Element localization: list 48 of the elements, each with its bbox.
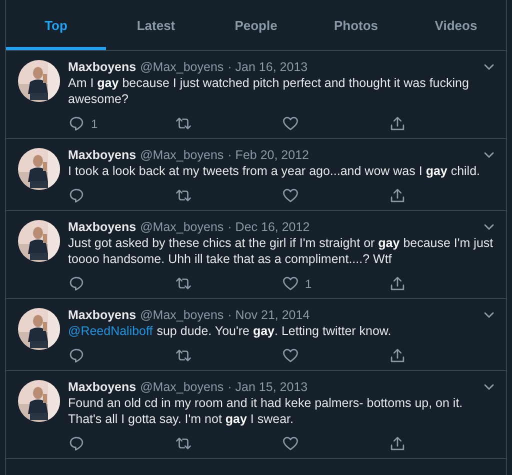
retweet-icon[interactable] (175, 347, 192, 364)
tab[interactable]: Top (6, 3, 106, 50)
share-icon[interactable] (389, 435, 406, 452)
heart-icon[interactable] (282, 347, 299, 364)
share-icon[interactable] (389, 187, 406, 204)
handle[interactable]: @Max_boyens (140, 308, 224, 322)
tweet-date[interactable]: · Nov 21, 2014 (228, 308, 310, 322)
retweet-icon[interactable] (175, 435, 192, 452)
tweet-date[interactable]: · Jan 16, 2013 (228, 60, 308, 74)
retweet-icon[interactable] (175, 115, 192, 132)
speech-bubble-icon[interactable] (68, 275, 85, 292)
heart-icon[interactable] (282, 115, 299, 132)
heart-icon[interactable] (282, 187, 299, 204)
tweet-date[interactable]: · Dec 16, 2012 (228, 220, 310, 234)
tweet-date[interactable]: · Feb 20, 2012 (228, 148, 309, 162)
user-name[interactable]: Maxboyens (68, 380, 136, 394)
tweet-text: Just got asked by these chics at the girl if I'm straight or gay because I'm just toooo handsome. Uhh ill take that as a compliment....? Wtf (68, 235, 494, 267)
heart-icon[interactable] (282, 275, 299, 292)
user-name[interactable]: Maxboyens (68, 60, 136, 74)
tab[interactable]: People (206, 3, 306, 50)
retweet-icon[interactable] (175, 187, 192, 204)
tweet-text: Found an old cd in my room and it had keke palmers- bottoms up, on it. That's all I gotta say. I'm not gay I swear. (68, 395, 464, 427)
speech-bubble-icon[interactable] (68, 347, 85, 364)
tweet-text: Am I gay because I just watched pitch perfect and thought it was fucking awesome? (68, 75, 470, 107)
mention-link[interactable]: @ReedNaliboff (68, 324, 153, 338)
tab[interactable]: Videos (406, 3, 506, 50)
tweet-date[interactable]: · Jan 15, 2013 (228, 380, 308, 394)
share-icon[interactable] (389, 347, 406, 364)
user-name[interactable]: Maxboyens (68, 148, 136, 162)
retweet-icon[interactable] (175, 275, 192, 292)
speech-bubble-icon[interactable] (68, 187, 85, 204)
handle[interactable]: @Max_boyens (140, 148, 224, 162)
handle[interactable]: @Max_boyens (140, 60, 224, 74)
tab[interactable]: Photos (306, 3, 406, 50)
share-icon[interactable] (389, 115, 406, 132)
share-icon[interactable] (389, 275, 406, 292)
tweet-text: I took a look back at my tweets from a year ago...and wow was I gay child. (68, 163, 482, 179)
user-name[interactable]: Maxboyens (68, 308, 136, 322)
speech-bubble-icon[interactable] (68, 115, 85, 132)
reply-count: 1 (91, 116, 98, 130)
handle[interactable]: @Max_boyens (140, 220, 224, 234)
heart-icon[interactable] (282, 435, 299, 452)
speech-bubble-icon[interactable] (68, 435, 85, 452)
tweet-text: @ReedNaliboff sup dude. You're gay. Letting twitter know. (68, 323, 392, 339)
handle[interactable]: @Max_boyens (140, 380, 224, 394)
user-name[interactable]: Maxboyens (68, 220, 136, 234)
tab[interactable]: Latest (106, 3, 206, 50)
like-count: 1 (305, 276, 312, 290)
